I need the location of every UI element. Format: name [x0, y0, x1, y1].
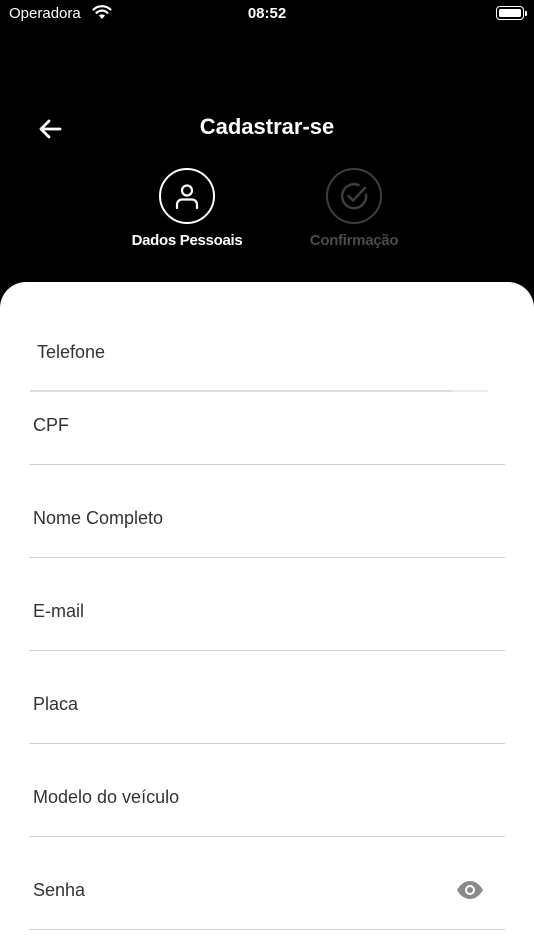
field-label: Telefone	[37, 342, 106, 362]
field-underline	[29, 929, 505, 930]
vehicle-model-field[interactable]: Modelo do veículo	[29, 744, 505, 837]
field-label: Nome Completo	[33, 508, 164, 528]
field-label: Modelo do veículo	[33, 787, 180, 807]
stepper: Dados Pessoais Confirmação	[0, 168, 534, 258]
cpf-field[interactable]: CPF	[29, 372, 505, 465]
page-title: Cadastrar-se	[199, 114, 335, 139]
field-label: Senha	[33, 880, 86, 900]
check-circle-icon	[326, 168, 382, 224]
step-confirmation: Confirmação	[274, 168, 434, 249]
full-name-field[interactable]: Nome Completo	[29, 465, 505, 558]
step-label: Confirmação	[309, 232, 399, 249]
plate-field[interactable]: Placa	[29, 651, 505, 744]
field-label: E-mail	[33, 601, 85, 621]
header: Cadastrar-se	[0, 100, 534, 156]
field-label: Placa	[33, 694, 79, 714]
eye-icon[interactable]	[456, 881, 484, 904]
password-field[interactable]: Senha	[29, 837, 505, 930]
field-label: CPF	[33, 415, 69, 435]
battery-icon	[496, 6, 527, 20]
status-time: 08:52	[247, 5, 287, 22]
email-field[interactable]: E-mail	[29, 558, 505, 651]
person-icon	[159, 168, 215, 224]
step-label: Dados Pessoais	[131, 232, 243, 249]
step-personal-data: Dados Pessoais	[107, 168, 267, 249]
status-bar: Operadora 08:52	[0, 0, 534, 30]
form-sheet: Telefone CPF Nome Completo E-mail Placa …	[0, 282, 534, 950]
